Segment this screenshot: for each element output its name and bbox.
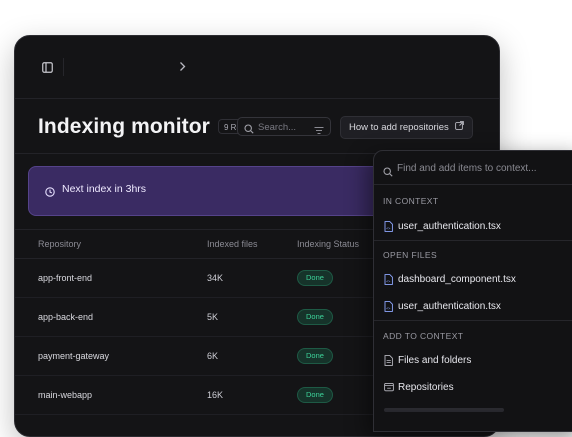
item-label: Files and folders — [398, 355, 472, 366]
banner-text: Next index in 3hrs — [62, 183, 147, 195]
open-file-item[interactable]: <> dashboard_component.tsx — [374, 266, 572, 293]
indexed-files: 6K — [207, 351, 219, 361]
page-header: Indexing monitor 9 Re Search... How to a… — [15, 99, 499, 154]
open-file-item[interactable]: <> user_authentication.tsx — [374, 293, 572, 320]
column-header-repository: Repository — [38, 239, 82, 249]
svg-text:<>: <> — [386, 226, 391, 230]
context-search-input[interactable]: Find and add items to context... — [374, 151, 572, 185]
section-label-open-files: OPEN FILES — [383, 250, 438, 260]
add-repositories-item[interactable]: Repositories — [374, 374, 572, 401]
filter-icon[interactable] — [314, 122, 324, 140]
repo-name: app-front-end — [38, 273, 93, 283]
item-label: Repositories — [398, 382, 454, 393]
file-name: user_authentication.tsx — [398, 301, 501, 312]
code-file-icon: <> — [384, 301, 393, 315]
status-badge: Done — [297, 348, 333, 364]
status-badge: Done — [297, 309, 333, 325]
code-file-icon: <> — [384, 274, 393, 288]
repository-icon — [384, 382, 394, 395]
indexed-files: 5K — [207, 312, 219, 322]
external-link-icon — [454, 117, 464, 138]
search-input[interactable]: Search... — [237, 117, 331, 136]
status-badge: Done — [297, 387, 333, 403]
fade-overlay — [374, 409, 572, 431]
indexed-files: 34K — [207, 273, 224, 283]
file-name: dashboard_component.tsx — [398, 274, 516, 285]
column-header-indexed-files: Indexed files — [207, 239, 258, 249]
status-badge: Done — [297, 270, 333, 286]
clock-icon — [45, 184, 55, 202]
svg-text:<>: <> — [386, 306, 391, 310]
repo-name: app-back-end — [38, 312, 94, 322]
section-label-add-to-context: ADD TO CONTEXT — [383, 331, 464, 341]
section-label-in-context: IN CONTEXT — [383, 196, 439, 206]
search-icon — [244, 121, 254, 139]
search-placeholder: Search... — [258, 122, 297, 133]
how-to-add-repositories-button[interactable]: How to add repositories — [340, 116, 473, 139]
repo-name: payment-gateway — [38, 351, 110, 361]
page-title: Indexing monitor — [38, 115, 210, 138]
context-search-placeholder: Find and add items to context... — [397, 163, 537, 174]
search-icon — [383, 164, 393, 182]
sidebar-toggle-icon[interactable] — [40, 60, 54, 74]
indexed-files: 16K — [207, 390, 224, 400]
column-header-indexing-status: Indexing Status — [297, 239, 360, 249]
file-icon — [384, 355, 393, 369]
code-file-icon: <> — [384, 221, 393, 235]
svg-text:<>: <> — [386, 279, 391, 283]
divider — [63, 58, 64, 76]
how-to-label: How to add repositories — [349, 122, 449, 133]
top-bar — [15, 36, 499, 99]
context-item-file[interactable]: <> user_authentication.tsx — [374, 213, 572, 240]
context-picker-popover: Find and add items to context... IN CONT… — [373, 150, 572, 432]
file-name: user_authentication.tsx — [398, 221, 501, 232]
chevron-right-icon[interactable] — [176, 59, 188, 73]
add-files-and-folders-item[interactable]: Files and folders — [374, 347, 572, 374]
repo-name: main-webapp — [38, 390, 93, 400]
